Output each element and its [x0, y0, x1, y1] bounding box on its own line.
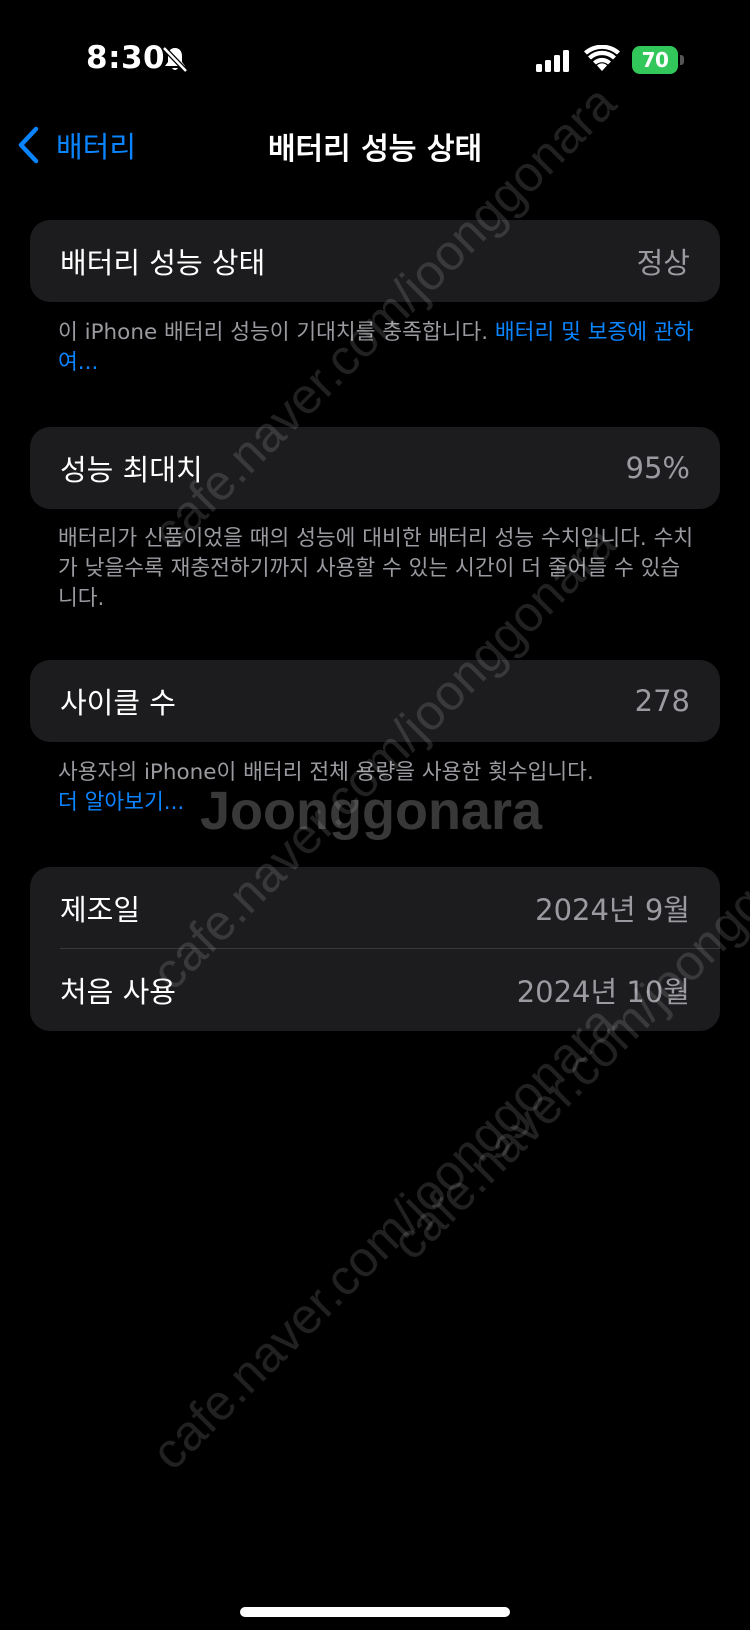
manufacture-date-row: 제조일 2024년 9월 — [30, 867, 720, 949]
max-capacity-card: 성능 최대치 95% — [30, 427, 720, 509]
bell-slash-icon — [162, 46, 188, 73]
status-time: 8:30 — [86, 40, 166, 76]
cycle-count-footnote-text: 사용자의 iPhone이 배터리 전체 용량을 사용한 횟수입니다. — [58, 760, 594, 785]
watermark-url: cafe.naver.com/joonggonara — [140, 994, 627, 1481]
battery-health-value: 정상 — [636, 246, 690, 280]
battery-percent: 70 — [632, 46, 678, 74]
first-use-value: 2024년 10월 — [516, 975, 690, 1009]
first-use-row: 처음 사용 2024년 10월 — [30, 949, 720, 1031]
battery-cap — [680, 55, 684, 65]
battery-health-footnote-text: 이 iPhone 배터리 성능이 기대치를 충족합니다. — [58, 320, 495, 345]
battery-health-card: 배터리 성능 상태 정상 — [30, 220, 720, 302]
wifi-icon — [584, 45, 620, 71]
battery-health-screen: 8:30 70 배터리 배터리 성능 상태 배터리 성능 상태 정상 이 iPh… — [0, 0, 750, 1630]
cycle-count-label: 사이클 수 — [60, 686, 176, 720]
max-capacity-footnote: 배터리가 신품이었을 때의 성능에 대비한 배터리 성능 수치입니다. 수치가 … — [58, 526, 694, 611]
max-capacity-value: 95% — [625, 451, 690, 485]
cycle-count-footnote: 사용자의 iPhone이 배터리 전체 용량을 사용한 횟수입니다. 더 알아보… — [58, 758, 698, 818]
manufacture-date-value: 2024년 9월 — [535, 893, 690, 927]
dates-card: 제조일 2024년 9월 처음 사용 2024년 10월 — [30, 867, 720, 1031]
cycle-count-row: 사이클 수 278 — [30, 660, 720, 742]
battery-health-label: 배터리 성능 상태 — [60, 246, 266, 280]
max-capacity-label: 성능 최대치 — [60, 453, 203, 487]
battery-health-footnote: 이 iPhone 배터리 성능이 기대치를 충족합니다. 배터리 및 보증에 관… — [58, 318, 698, 378]
battery-health-row: 배터리 성능 상태 정상 — [30, 220, 720, 302]
cellular-signal-icon — [536, 50, 569, 72]
cycle-count-card: 사이클 수 278 — [30, 660, 720, 742]
cycle-count-value: 278 — [634, 684, 690, 718]
max-capacity-row: 성능 최대치 95% — [30, 427, 720, 509]
home-indicator[interactable] — [240, 1607, 510, 1617]
learn-more-link[interactable]: 더 알아보기... — [58, 788, 698, 818]
manufacture-date-label: 제조일 — [60, 893, 141, 927]
battery-charging-icon: 70 — [632, 46, 684, 74]
first-use-label: 처음 사용 — [60, 975, 176, 1009]
page-title: 배터리 성능 상태 — [267, 132, 483, 167]
